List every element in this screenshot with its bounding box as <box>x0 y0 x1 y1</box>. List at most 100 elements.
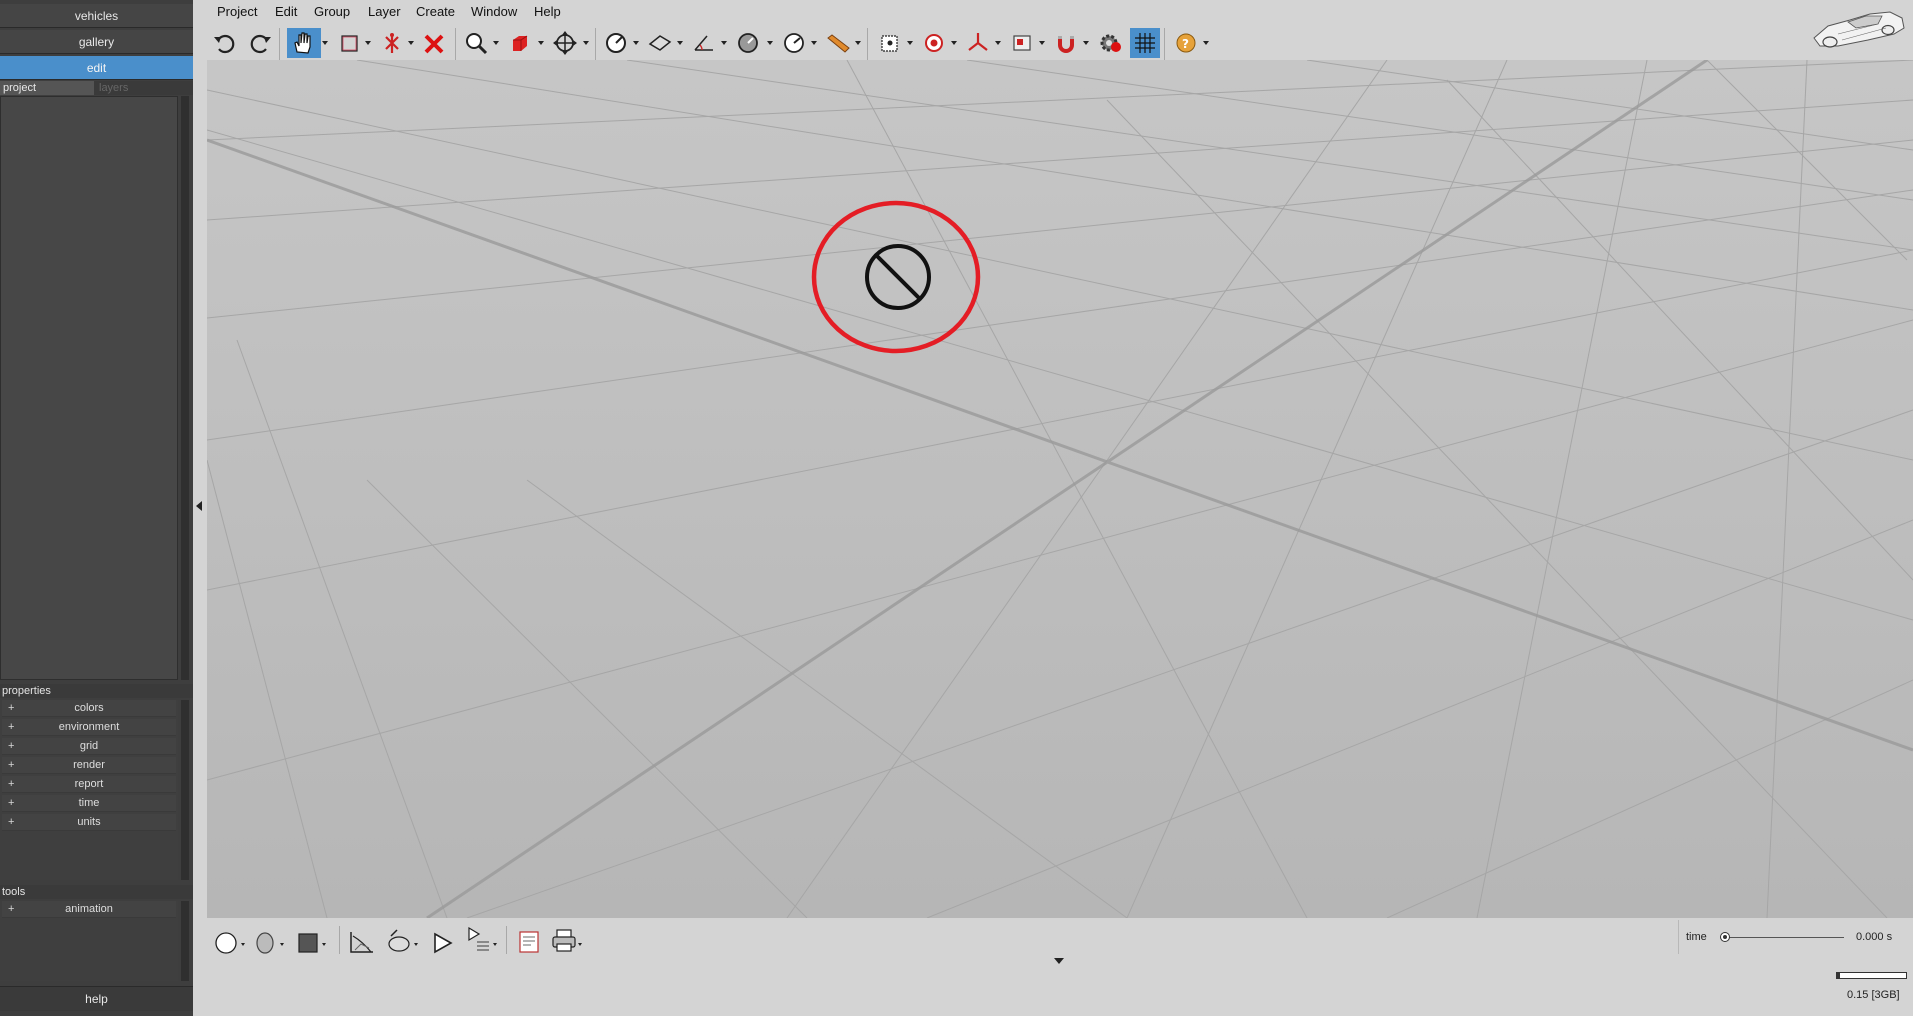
property-report[interactable]: + report <box>2 776 176 793</box>
print-icon[interactable] <box>549 924 583 954</box>
ruler-dropdown-icon[interactable] <box>855 41 861 45</box>
menu-edit[interactable]: Edit <box>275 4 297 19</box>
dial-dropdown-icon[interactable] <box>767 41 773 45</box>
toolbar-separator <box>455 28 456 60</box>
delete-icon[interactable] <box>419 28 449 58</box>
property-render[interactable]: + render <box>2 757 176 774</box>
square-icon[interactable] <box>295 924 329 954</box>
view-cube-dropdown-icon[interactable] <box>538 41 544 45</box>
property-label: render <box>73 759 105 771</box>
toolbar-separator <box>595 28 596 60</box>
pan-hand-icon[interactable] <box>287 28 321 58</box>
report-icon[interactable] <box>515 924 549 954</box>
nav-vehicles-button[interactable]: vehicles <box>0 4 193 28</box>
time-value: 0.000 s <box>1856 931 1893 943</box>
project-scrollbar[interactable] <box>181 96 189 680</box>
sidebar: vehicles gallery edit project layers pro… <box>0 0 193 1016</box>
ruler-icon[interactable] <box>823 28 853 58</box>
tab-project[interactable]: project <box>0 81 94 95</box>
memory-usage-bar <box>1836 972 1907 979</box>
play-icon[interactable] <box>428 924 462 954</box>
bottom-toolbar <box>207 918 1913 1016</box>
head-icon[interactable] <box>252 924 286 954</box>
help-icon[interactable]: ? <box>1171 28 1201 58</box>
expand-icon[interactable]: + <box>8 795 14 812</box>
property-time[interactable]: + time <box>2 795 176 812</box>
expand-icon[interactable]: + <box>8 700 14 717</box>
menu-group[interactable]: Group <box>314 4 350 19</box>
move-icon[interactable] <box>550 28 580 58</box>
target-icon[interactable] <box>919 28 949 58</box>
measure-angle-dropdown-icon[interactable] <box>633 41 639 45</box>
pan-dropdown-icon[interactable] <box>322 41 328 45</box>
help-button[interactable]: help <box>0 986 193 1011</box>
view-cube-icon[interactable] <box>505 28 535 58</box>
app-logo-car-icon <box>1808 2 1908 56</box>
axes-dropdown-icon[interactable] <box>995 41 1001 45</box>
expand-icon[interactable]: + <box>8 901 14 918</box>
redo-icon[interactable] <box>245 28 275 58</box>
help-dropdown-icon[interactable] <box>1203 41 1209 45</box>
collapse-sidebar-icon[interactable] <box>196 501 202 511</box>
chart-icon[interactable] <box>347 924 381 954</box>
nav-gallery-button[interactable]: gallery <box>0 30 193 54</box>
nav-edit-button[interactable]: edit <box>0 56 193 80</box>
expand-icon[interactable]: + <box>8 738 14 755</box>
dimension-icon[interactable] <box>689 28 719 58</box>
zoom-dropdown-icon[interactable] <box>493 41 499 45</box>
camera-dropdown-icon[interactable] <box>907 41 913 45</box>
tools-scrollbar[interactable] <box>181 901 189 981</box>
vehicle-select-dropdown-icon[interactable] <box>408 41 414 45</box>
measure-angle-icon[interactable] <box>601 28 631 58</box>
menu-create[interactable]: Create <box>416 4 455 19</box>
selection-box-icon[interactable] <box>335 28 365 58</box>
target-dropdown-icon[interactable] <box>951 41 957 45</box>
main-toolbar: ? <box>205 24 1705 60</box>
circle-icon[interactable] <box>213 924 247 954</box>
gauge-icon[interactable] <box>779 28 809 58</box>
playlist-icon[interactable] <box>465 924 499 954</box>
move-dropdown-icon[interactable] <box>583 41 589 45</box>
expand-icon[interactable]: + <box>8 719 14 736</box>
properties-scrollbar[interactable] <box>181 700 189 880</box>
property-label: units <box>77 816 101 828</box>
camera-rotate-icon[interactable] <box>385 924 419 954</box>
time-label: time <box>1686 931 1707 943</box>
tab-layers[interactable]: layers <box>96 81 156 95</box>
menu-layer[interactable]: Layer <box>368 4 401 19</box>
property-grid[interactable]: + grid <box>2 738 176 755</box>
property-environment[interactable]: + environment <box>2 719 176 736</box>
image-icon[interactable] <box>1007 28 1037 58</box>
project-tree-panel <box>0 96 178 680</box>
dimension-dropdown-icon[interactable] <box>721 41 727 45</box>
grid-icon[interactable] <box>1130 28 1160 58</box>
expand-icon[interactable]: + <box>8 814 14 831</box>
plane-icon[interactable] <box>645 28 675 58</box>
menu-project[interactable]: Project <box>217 4 257 19</box>
time-slider-track[interactable] <box>1726 937 1844 938</box>
time-slider-handle[interactable] <box>1720 932 1730 942</box>
axes-icon[interactable] <box>963 28 993 58</box>
expand-icon[interactable]: + <box>8 757 14 774</box>
magnet-icon[interactable] <box>1051 28 1081 58</box>
property-colors[interactable]: + colors <box>2 700 176 717</box>
image-dropdown-icon[interactable] <box>1039 41 1045 45</box>
tool-animation[interactable]: + animation <box>2 901 176 918</box>
undo-icon[interactable] <box>210 28 240 58</box>
plane-dropdown-icon[interactable] <box>677 41 683 45</box>
3d-viewport[interactable] <box>207 60 1913 918</box>
settings-icon[interactable] <box>1095 28 1125 58</box>
expand-icon[interactable]: + <box>8 776 14 793</box>
magnet-dropdown-icon[interactable] <box>1083 41 1089 45</box>
dial-icon[interactable] <box>733 28 763 58</box>
vehicle-select-icon[interactable] <box>377 28 407 58</box>
gauge-dropdown-icon[interactable] <box>811 41 817 45</box>
selection-dropdown-icon[interactable] <box>365 41 371 45</box>
expand-panel-arrow-icon[interactable] <box>1054 958 1064 964</box>
property-units[interactable]: + units <box>2 814 176 831</box>
menu-help[interactable]: Help <box>534 4 561 19</box>
camera-icon[interactable] <box>875 28 905 58</box>
zoom-icon[interactable] <box>461 28 491 58</box>
properties-panel: + colors + environment + grid + render + repo… <box>0 700 178 880</box>
menu-window[interactable]: Window <box>471 4 517 19</box>
